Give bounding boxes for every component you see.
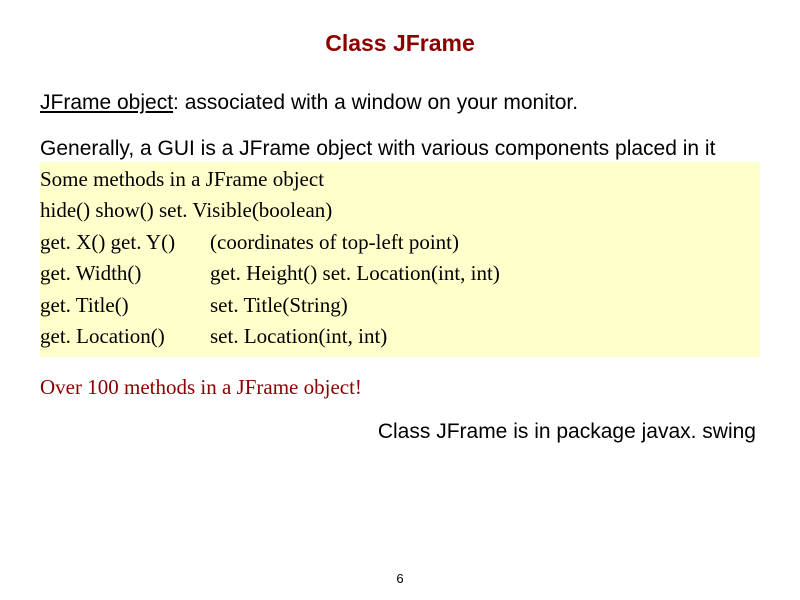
methods-row-right: get. Height() set. Location(int, int) bbox=[210, 258, 500, 290]
methods-row-left: get. Title() bbox=[40, 290, 210, 322]
methods-box: Some methods in a JFrame object hide() s… bbox=[40, 162, 760, 357]
methods-row-5: get. Location() set. Location(int, int) bbox=[40, 321, 760, 353]
intro-text: JFrame object: associated with a window … bbox=[40, 89, 760, 117]
methods-row-4: get. Title() set. Title(String) bbox=[40, 290, 760, 322]
methods-row-right: (coordinates of top-left point) bbox=[210, 227, 459, 259]
footer-note: Over 100 methods in a JFrame object! bbox=[40, 375, 760, 400]
methods-heading: Some methods in a JFrame object bbox=[40, 164, 760, 196]
intro-term: JFrame object bbox=[40, 91, 173, 114]
methods-row-right: set. Location(int, int) bbox=[210, 321, 387, 353]
page-number: 6 bbox=[396, 571, 403, 586]
methods-row-2: get. X() get. Y()(coordinates of top-lef… bbox=[40, 227, 760, 259]
methods-row-3: get. Width()get. Height() set. Location(… bbox=[40, 258, 760, 290]
methods-row-1: hide() show() set. Visible(boolean) bbox=[40, 195, 760, 227]
methods-row-left: get. X() get. Y() bbox=[40, 227, 210, 259]
slide-title: Class JFrame bbox=[40, 30, 760, 57]
package-note: Class JFrame is in package javax. swing bbox=[40, 420, 760, 444]
methods-row-right: set. Title(String) bbox=[210, 290, 348, 322]
paragraph-gui: Generally, a GUI is a JFrame object with… bbox=[40, 135, 760, 163]
methods-row-left: get. Location() bbox=[40, 321, 210, 353]
intro-definition: : associated with a window on your monit… bbox=[173, 91, 578, 114]
slide: Class JFrame JFrame object: associated w… bbox=[0, 0, 800, 600]
methods-row-left: get. Width() bbox=[40, 258, 210, 290]
